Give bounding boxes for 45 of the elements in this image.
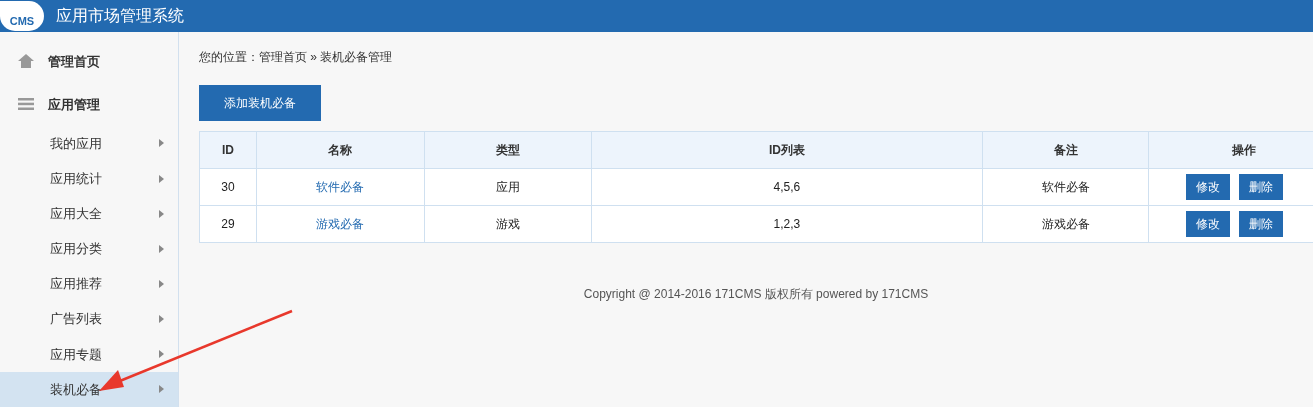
caret-icon (159, 209, 164, 218)
sidebar-item[interactable]: 应用大全 (0, 196, 178, 232)
name-link[interactable]: 游戏必备 (316, 217, 365, 231)
column-header: 类型 (424, 131, 592, 169)
sidebar-heading[interactable]: 应用管理 (48, 94, 100, 115)
name-link[interactable]: 软件必备 (316, 180, 365, 194)
add-button[interactable]: 添加装机必备 (199, 85, 321, 121)
table-cell: 30 (199, 168, 257, 206)
delete-button[interactable]: 删除 (1239, 174, 1284, 200)
caret-icon (159, 139, 164, 148)
sidebar-item[interactable]: 我的应用 (0, 125, 178, 162)
caret-icon (159, 385, 164, 394)
edit-button[interactable]: 修改 (1186, 211, 1231, 237)
sidebar-heading[interactable]: 管理首页 (48, 51, 100, 72)
sidebar-item[interactable]: 广告列表 (0, 301, 178, 337)
column-header: 备注 (982, 131, 1149, 169)
menu-icon (18, 98, 34, 111)
table-cell: 4,5,6 (591, 168, 983, 206)
table-cell: 软件必备 (982, 168, 1149, 206)
table-cell: 应用 (424, 168, 592, 206)
caret-icon (159, 174, 164, 183)
sidebar-item[interactable]: 装机必备 (0, 371, 178, 407)
caret-icon (159, 280, 164, 289)
caret-icon (159, 244, 164, 253)
sidebar-item[interactable]: 应用分类 (0, 231, 178, 267)
caret-icon (159, 350, 164, 359)
footer-text: Copyright @ 2014-2016 171CMS 版权所有 powered by 171CMS (582, 286, 930, 303)
table-cell: 29 (199, 205, 257, 243)
sidebar-item[interactable]: 应用专题 (0, 336, 178, 372)
home-icon (18, 54, 34, 69)
caret-icon (159, 315, 164, 324)
edit-button[interactable]: 修改 (1186, 174, 1231, 200)
column-header: 名称 (256, 131, 425, 169)
table-cell: 游戏 (424, 205, 592, 243)
table-cell: 游戏必备 (982, 205, 1149, 243)
table-cell: 1,2,3 (591, 205, 983, 243)
column-header: ID列表 (591, 131, 983, 169)
app-title: 应用市场管理系统 (56, 6, 184, 26)
delete-button[interactable]: 删除 (1239, 211, 1284, 237)
sidebar-item[interactable]: 应用统计 (0, 161, 178, 197)
column-header: ID (199, 131, 257, 169)
sidebar-item[interactable]: 应用推荐 (0, 266, 178, 302)
breadcrumb: 您的位置：管理首页 » 装机必备管理 (199, 49, 394, 66)
column-header: 操作 (1148, 131, 1313, 169)
logo: CMS (0, 1, 44, 31)
